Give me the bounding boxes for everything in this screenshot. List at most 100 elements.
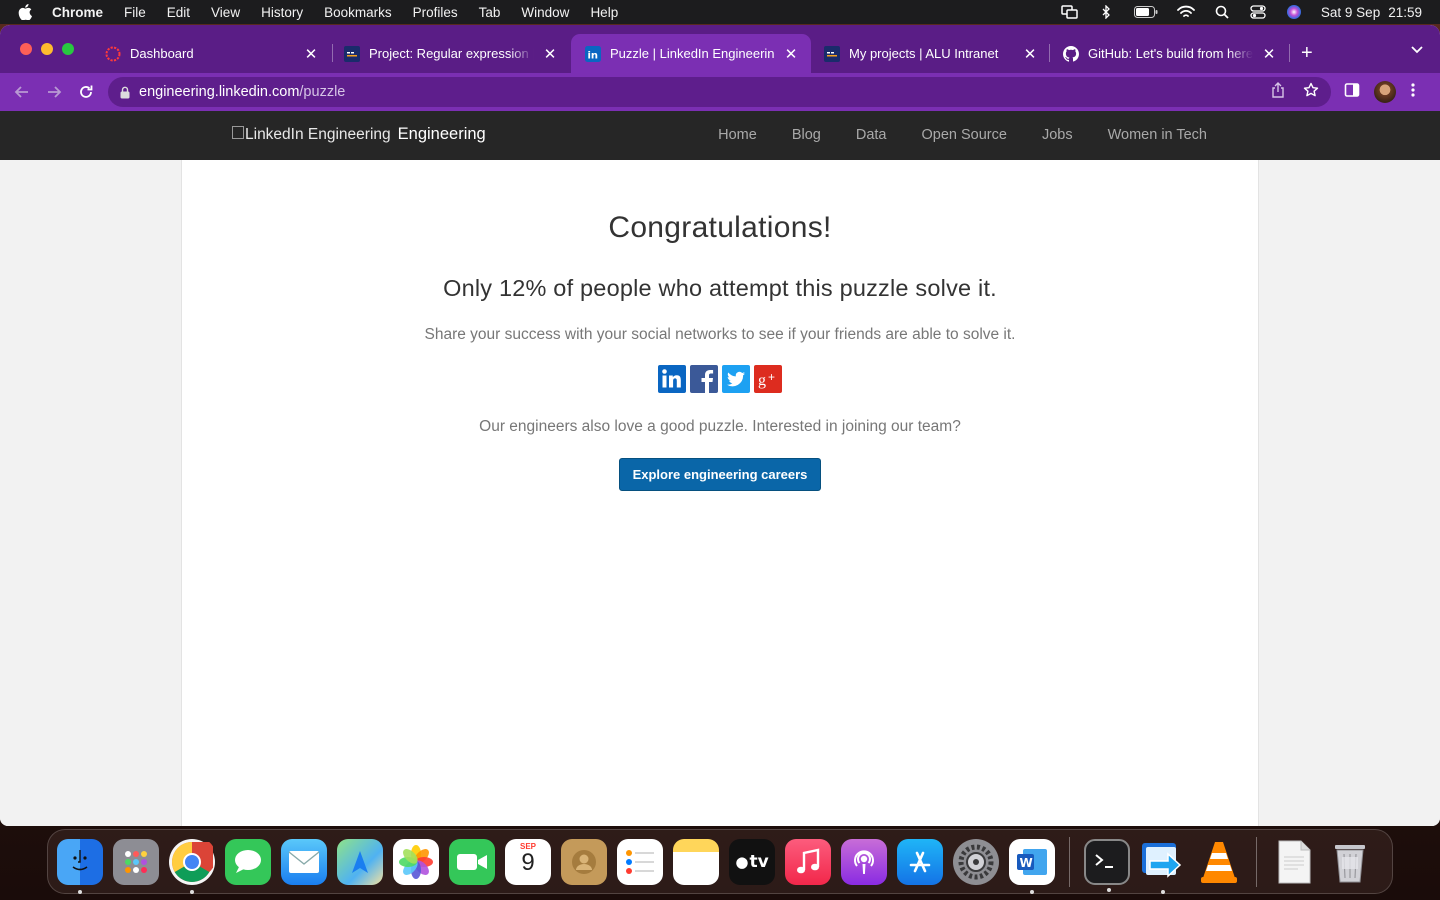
menu-bar: Chrome File Edit View History Bookmarks … — [0, 0, 1440, 24]
menu-help[interactable]: Help — [590, 5, 618, 20]
messages-icon[interactable] — [225, 838, 271, 885]
back-arrow-icon[interactable] — [12, 82, 32, 102]
address-bar[interactable]: engineering.linkedin.com/puzzle — [108, 77, 1331, 107]
menu-bookmarks[interactable]: Bookmarks — [324, 5, 392, 20]
bluetooth-icon[interactable] — [1097, 5, 1115, 19]
calendar-icon[interactable]: SEP 9 — [505, 838, 551, 885]
facebook-share-icon[interactable] — [690, 365, 718, 393]
nav-jobs[interactable]: Jobs — [1042, 127, 1073, 143]
terminal-icon[interactable] — [1084, 838, 1130, 892]
nav-blog[interactable]: Blog — [792, 127, 821, 143]
menu-profiles[interactable]: Profiles — [413, 5, 458, 20]
contacts-icon[interactable] — [561, 838, 607, 885]
new-tab-button[interactable]: + — [1301, 43, 1313, 63]
site-nav: Home Blog Data Open Source Jobs Women in… — [718, 127, 1207, 143]
bookmark-star-icon[interactable] — [1303, 82, 1319, 103]
mail-icon[interactable] — [281, 838, 327, 885]
tab-search-chevron-icon[interactable] — [1410, 42, 1424, 61]
apple-tv-icon[interactable]: ● tv — [729, 838, 775, 885]
site-logo[interactable]: LinkedIn Engineering Engineering — [232, 125, 486, 144]
wifi-icon[interactable] — [1177, 5, 1195, 19]
github-icon — [1063, 45, 1079, 62]
share-prompt: Share your success with your social netw… — [424, 326, 1016, 343]
menu-history[interactable]: History — [261, 5, 303, 20]
dock-divider — [1069, 836, 1070, 887]
system-settings-icon[interactable] — [953, 838, 999, 885]
facetime-icon[interactable] — [449, 838, 495, 885]
close-tab-icon[interactable]: ✕ — [303, 46, 319, 63]
menu-edit[interactable]: Edit — [167, 5, 190, 20]
maps-icon[interactable] — [337, 838, 383, 885]
url-text: engineering.linkedin.com/puzzle — [139, 84, 345, 100]
nav-open-source[interactable]: Open Source — [922, 127, 1007, 143]
lock-icon[interactable] — [120, 86, 130, 99]
close-tab-icon[interactable]: ✕ — [542, 46, 558, 63]
launchpad-icon[interactable] — [113, 838, 159, 885]
tab-github[interactable]: GitHub: Let's build from here · GitHub ✕ — [1049, 34, 1289, 73]
social-share-buttons: g + — [182, 365, 1258, 393]
finder-icon[interactable] — [57, 838, 103, 894]
screen-mirroring-icon[interactable] — [1061, 5, 1079, 19]
trash-icon[interactable] — [1327, 839, 1373, 885]
forward-arrow-icon[interactable] — [44, 82, 64, 102]
battery-icon[interactable] — [1133, 5, 1159, 19]
podcasts-icon[interactable] — [841, 838, 887, 885]
nav-data[interactable]: Data — [856, 127, 887, 143]
side-panel-icon[interactable] — [1344, 82, 1360, 103]
svg-text:W: W — [1020, 856, 1033, 870]
menu-file[interactable]: File — [124, 5, 146, 20]
chrome-icon[interactable] — [169, 838, 215, 894]
notes-icon[interactable] — [673, 838, 719, 885]
tab-title: Puzzle | LinkedIn Engineering — [610, 46, 775, 61]
logo-alt-text: LinkedIn Engineering — [245, 125, 391, 143]
fullscreen-window-button[interactable] — [62, 43, 74, 55]
tab-dashboard[interactable]: Dashboard ✕ — [91, 34, 331, 73]
nav-home[interactable]: Home — [718, 127, 757, 143]
window-controls — [20, 43, 74, 55]
control-center-icon[interactable] — [1249, 5, 1267, 19]
menu-clock[interactable]: Sat 9 Sep 21:59 — [1321, 5, 1422, 20]
close-window-button[interactable] — [20, 43, 32, 55]
dock: SEP 9 ● tv W — [47, 829, 1393, 894]
browser-toolbar: engineering.linkedin.com/puzzle — [0, 73, 1440, 111]
alu-icon — [344, 45, 360, 62]
tab-linkedin-puzzle[interactable]: in Puzzle | LinkedIn Engineering ✕ — [571, 34, 811, 73]
url-host: engineering.linkedin.com — [139, 84, 300, 100]
app-store-icon[interactable] — [897, 838, 943, 885]
linkedin-share-icon[interactable] — [658, 365, 686, 393]
menu-view[interactable]: View — [211, 5, 240, 20]
linkedin-icon: in — [585, 45, 601, 62]
reminders-icon[interactable] — [617, 838, 663, 885]
pdf-document-icon[interactable] — [1271, 839, 1317, 885]
puzzle-result-panel: Congratulations! Only 12% of people who … — [181, 160, 1259, 826]
tab-strip: Dashboard ✕ Project: Regular expression … — [0, 25, 1440, 73]
more-menu-icon[interactable] — [1410, 82, 1416, 103]
migration-assistant-icon[interactable] — [1140, 839, 1186, 894]
photos-icon[interactable] — [393, 838, 439, 885]
spotlight-search-icon[interactable] — [1213, 5, 1231, 19]
svg-text:in: in — [588, 50, 599, 61]
siri-icon[interactable] — [1285, 5, 1303, 19]
google-plus-share-icon[interactable]: g + — [754, 365, 782, 393]
minimize-window-button[interactable] — [41, 43, 53, 55]
twitter-share-icon[interactable] — [722, 365, 750, 393]
menu-app-name[interactable]: Chrome — [52, 5, 103, 20]
close-tab-icon[interactable]: ✕ — [1261, 46, 1277, 63]
tab-regex-project[interactable]: Project: Regular expression | ALU Intran… — [330, 34, 570, 73]
menu-tab[interactable]: Tab — [479, 5, 501, 20]
tab-alu-projects[interactable]: My projects | ALU Intranet ✕ — [810, 34, 1050, 73]
apple-menu-icon[interactable] — [18, 4, 34, 20]
share-icon[interactable] — [1271, 81, 1285, 103]
close-tab-icon[interactable]: ✕ — [783, 46, 799, 63]
music-icon[interactable] — [785, 838, 831, 885]
vlc-icon[interactable] — [1196, 839, 1242, 885]
close-tab-icon[interactable]: ✕ — [1022, 46, 1038, 63]
profile-avatar[interactable] — [1374, 81, 1396, 103]
success-stat: Only 12% of people who attempt this puzz… — [443, 275, 997, 301]
explore-careers-button[interactable]: Explore engineering careers — [618, 458, 822, 491]
nav-women-in-tech[interactable]: Women in Tech — [1108, 127, 1207, 143]
reload-icon[interactable] — [76, 82, 96, 102]
microsoft-word-icon[interactable]: W — [1009, 838, 1055, 894]
broken-image-icon — [232, 126, 244, 139]
menu-window[interactable]: Window — [521, 5, 569, 20]
